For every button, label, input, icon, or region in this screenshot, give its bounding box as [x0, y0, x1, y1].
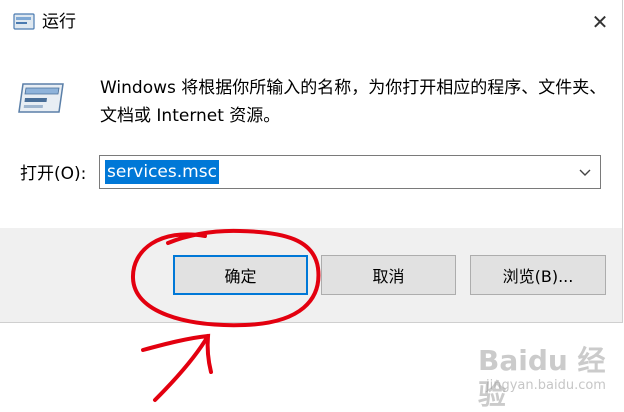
- dialog-description: Windows 将根据你所输入的名称，为你打开相应的程序、文件夹、文档或 Int…: [100, 78, 607, 126]
- open-input[interactable]: services.msc: [105, 160, 219, 184]
- cancel-button[interactable]: 取消: [321, 255, 456, 295]
- open-combobox[interactable]: services.msc: [99, 155, 601, 189]
- button-bar: 确定 取消 浏览(B)...: [0, 228, 622, 322]
- close-icon: ✕: [591, 10, 609, 34]
- run-dialog: 运行 ✕ Windows 将根据你所输入的名称，为你打开相应的程序、文件夹、文档…: [0, 0, 623, 323]
- watermark-url: jingyan.baidu.com: [486, 378, 606, 393]
- ok-button[interactable]: 确定: [173, 255, 308, 295]
- run-app-icon: [18, 83, 64, 113]
- run-app-icon: [13, 13, 35, 30]
- title-bar: 运行 ✕: [0, 0, 623, 44]
- dialog-content: Windows 将根据你所输入的名称，为你打开相应的程序、文件夹、文档或 Int…: [0, 44, 622, 228]
- chevron-down-icon[interactable]: [578, 165, 592, 179]
- close-button[interactable]: ✕: [577, 0, 623, 44]
- window-title: 运行: [42, 12, 76, 32]
- browse-button[interactable]: 浏览(B)...: [470, 255, 606, 295]
- open-label: 打开(O):: [20, 164, 87, 184]
